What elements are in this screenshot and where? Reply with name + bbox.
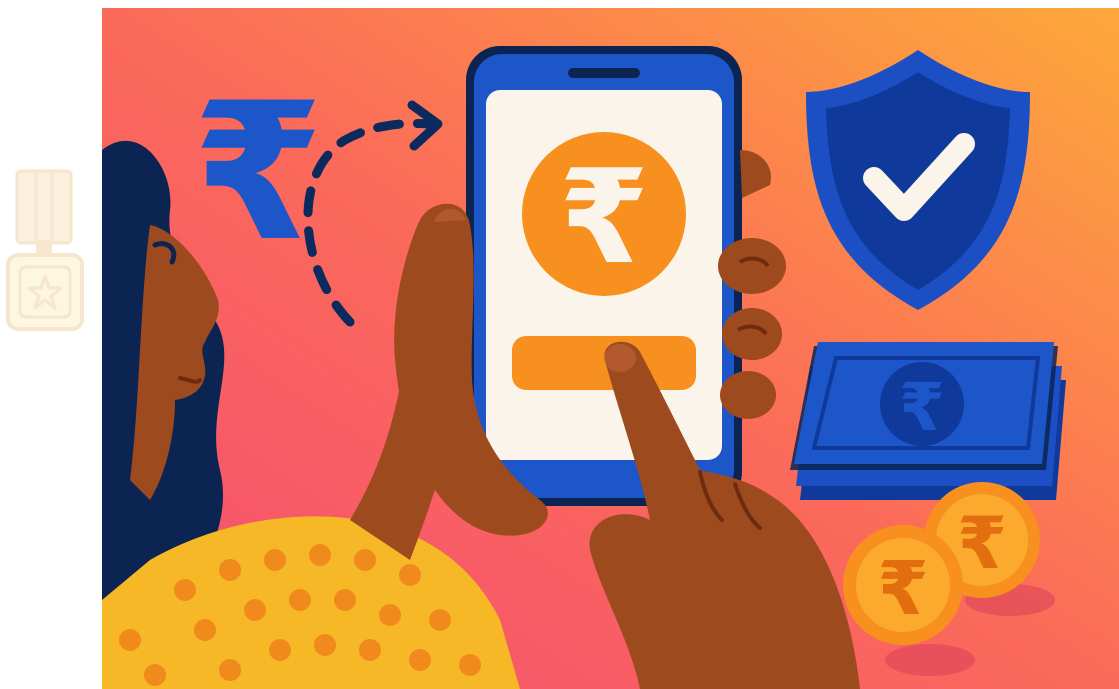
rupee-icon: ₹: [559, 141, 649, 293]
smartphone: ₹: [466, 46, 742, 506]
rupee-icon: ₹: [192, 62, 324, 283]
medal-badge-icon: [6, 169, 84, 331]
rupee-icon: ₹: [899, 369, 945, 446]
phone-speaker: [568, 68, 640, 78]
illustration-canvas: ₹ ₹ ₹ ₹ ₹: [6, 8, 1119, 689]
pay-button[interactable]: [512, 336, 696, 390]
rupee-icon: ₹: [957, 501, 1007, 585]
rupee-icon: ₹: [877, 546, 929, 632]
banknote-stack-icon: ₹: [790, 342, 1066, 500]
